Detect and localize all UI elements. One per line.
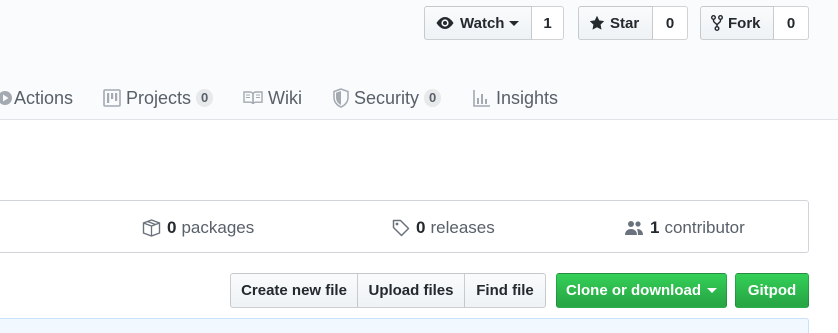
releases-label: releases [430, 217, 495, 237]
graph-icon [473, 90, 490, 107]
repo-header: Watch 1 Star 0 Fork 0 Actions Projects 0… [0, 0, 838, 120]
fork-group: Fork 0 [700, 6, 809, 40]
releases-link[interactable]: 0 releases [392, 201, 495, 254]
gitpod-button[interactable]: Gitpod [735, 273, 809, 308]
packages-count: 0 [167, 217, 177, 237]
chevron-down-icon [509, 20, 520, 26]
watch-count[interactable]: 1 [532, 6, 564, 40]
tab-insights[interactable]: Insights [473, 80, 558, 116]
play-icon [0, 91, 12, 105]
tab-actions-label: Actions [14, 87, 74, 108]
project-icon [103, 89, 121, 107]
file-navigation: Create new file Upload files Find file [230, 273, 546, 308]
star-group: Star 0 [578, 6, 688, 40]
upload-files-button[interactable]: Upload files [358, 273, 465, 308]
people-icon [625, 220, 643, 235]
releases-count: 0 [416, 217, 426, 237]
commit-info-bar [0, 318, 809, 333]
fork-count[interactable]: 0 [774, 6, 809, 40]
packages-link[interactable]: 0 packages [142, 201, 254, 254]
tab-wiki[interactable]: Wiki [243, 80, 302, 116]
watch-button[interactable]: Watch [424, 6, 532, 40]
star-count[interactable]: 0 [653, 6, 688, 40]
chevron-down-icon [707, 288, 717, 293]
numbers-summary: 0 packages 0 releases 1 contributor [0, 200, 809, 253]
watch-group: Watch 1 [424, 6, 564, 40]
contributors-label: contributor [664, 217, 745, 237]
tab-projects-label: Projects [126, 87, 192, 108]
projects-counter: 0 [196, 89, 214, 107]
clone-label: Clone or download [566, 282, 701, 299]
tab-wiki-label: Wiki [268, 87, 302, 108]
tab-projects[interactable]: Projects 0 [103, 80, 214, 116]
package-icon [142, 218, 161, 237]
tab-actions[interactable]: Actions [0, 80, 73, 116]
shield-icon [333, 88, 349, 108]
tab-security[interactable]: Security 0 [333, 80, 442, 116]
contributors-count: 1 [650, 217, 660, 237]
find-file-button[interactable]: Find file [465, 273, 546, 308]
star-label: Star [610, 14, 640, 32]
create-new-file-button[interactable]: Create new file [230, 273, 358, 308]
watch-label: Watch [460, 14, 505, 32]
fork-icon [711, 15, 723, 31]
tab-insights-label: Insights [496, 87, 559, 108]
packages-label: packages [181, 217, 255, 237]
star-icon [589, 15, 605, 30]
security-counter: 0 [424, 89, 442, 107]
contributors-link[interactable]: 1 contributor [624, 201, 745, 254]
star-button[interactable]: Star [578, 6, 653, 40]
eye-icon [436, 17, 454, 29]
tab-security-label: Security [354, 87, 420, 108]
book-icon [243, 91, 263, 105]
fork-label: Fork [728, 14, 761, 32]
clone-or-download-button[interactable]: Clone or download [556, 273, 727, 308]
fork-button[interactable]: Fork [700, 6, 774, 40]
tag-icon [392, 219, 410, 236]
